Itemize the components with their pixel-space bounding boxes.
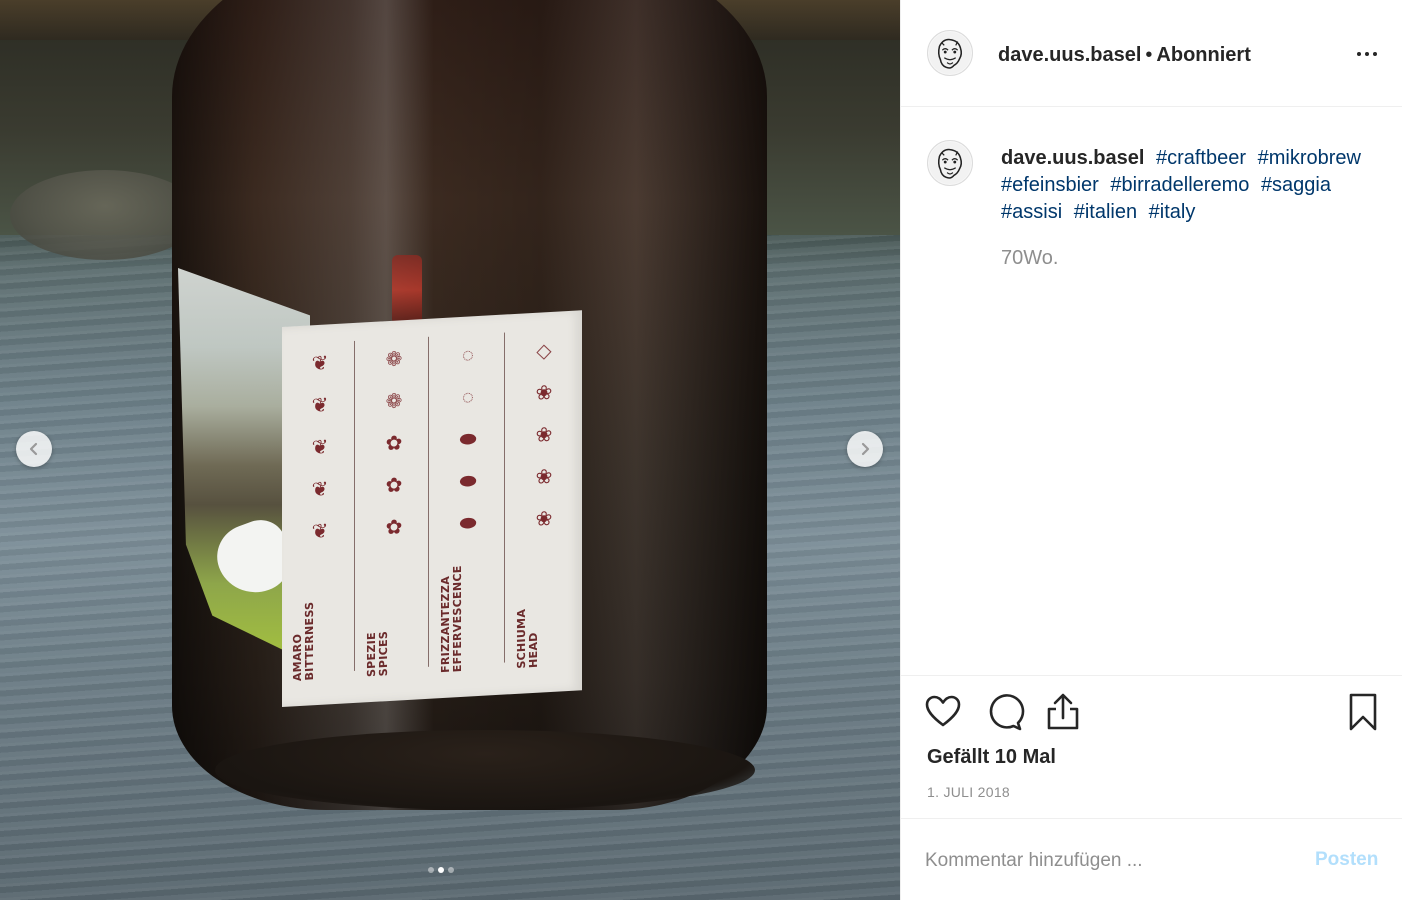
label-column-effervescence: ◌ ◌ ⬬ ⬬ ⬬ FRIZZANTEZZA EFFERVESCENCE <box>438 333 498 681</box>
label-column-bitterness: ❦ ❦ ❦ ❦ ❦ AMARO BITTERNESS <box>290 341 350 689</box>
comment-bubble-icon <box>989 694 1025 731</box>
label-line2: EFFERVESCENCE <box>451 565 464 673</box>
header-separator: • <box>1145 44 1153 66</box>
bubbles-icon: ⬬ <box>459 428 477 452</box>
more-dot <box>1373 52 1377 56</box>
label-icons: ❁ ❁ ✿ ✿ ✿ <box>364 337 424 550</box>
avatar[interactable] <box>927 140 973 186</box>
bottle-base-shadow <box>215 730 755 810</box>
label-line2: BITTERNESS <box>303 601 316 681</box>
carousel-prev-button[interactable] <box>16 431 52 467</box>
bubbles-icon: ⬬ <box>459 470 477 494</box>
bottle-label: ❦ ❦ ❦ ❦ ❦ AMARO BITTERNESS ❁ ❁ ✿ ✿ ✿ SPEZIE SPIC… <box>282 310 582 707</box>
bubbles-icon: ◌ <box>462 344 474 367</box>
post-media[interactable]: ❦ ❦ ❦ ❦ ❦ AMARO BITTERNESS ❁ ❁ ✿ ✿ ✿ SPEZIE SPIC… <box>0 0 900 900</box>
hashtag-link[interactable]: #efeinsbier <box>1001 174 1099 196</box>
hashtag-link[interactable]: #saggia <box>1261 174 1331 196</box>
carousel-dot <box>428 867 434 873</box>
bookmark-icon <box>1349 693 1377 731</box>
label-column-text: SCHIUMA HEAD <box>515 608 540 669</box>
hop-icon: ❁ <box>385 390 403 414</box>
more-options-button[interactable] <box>1351 40 1383 68</box>
label-column-text: SPEZIE SPICES <box>365 630 390 678</box>
hashtag-link[interactable]: #assisi <box>1001 201 1062 223</box>
save-button[interactable] <box>1343 692 1383 732</box>
label-column-text: AMARO BITTERNESS <box>291 601 316 681</box>
chevron-right-icon <box>861 442 870 456</box>
chevron-left-icon <box>29 442 38 456</box>
label-column-text: FRIZZANTEZZA EFFERVESCENCE <box>439 565 464 673</box>
hashtag-link[interactable]: #mikrobrew <box>1258 147 1361 169</box>
hop-icon: ✿ <box>385 516 403 540</box>
header-text: dave.uus.basel • Abonniert <box>998 42 1251 68</box>
label-divider <box>504 332 505 663</box>
foam-icon: ◇ <box>536 339 552 363</box>
caption-time-ago: 70Wo. <box>1001 247 1059 269</box>
comment-input[interactable] <box>925 845 1295 877</box>
avatar[interactable] <box>927 30 973 76</box>
label-icons: ❦ ❦ ❦ ❦ ❦ <box>290 341 350 554</box>
more-dot <box>1357 52 1361 56</box>
carousel-dot <box>448 867 454 873</box>
label-column-spices: ❁ ❁ ✿ ✿ ✿ SPEZIE SPICES <box>364 337 424 685</box>
label-line2: HEAD <box>527 631 540 669</box>
label-line2: SPICES <box>377 630 390 677</box>
foam-icon: ❀ <box>535 465 553 489</box>
hashtag-link[interactable]: #birradelleremo <box>1110 174 1249 196</box>
wheat-icon: ❦ <box>311 436 329 460</box>
share-upload-icon <box>1047 693 1079 730</box>
hashtag-link[interactable]: #italien <box>1074 201 1137 223</box>
wheat-icon: ❦ <box>311 394 329 418</box>
hashtag-link[interactable]: #italy <box>1149 201 1196 223</box>
wheat-icon: ❦ <box>311 520 329 544</box>
post-date: 1. JULI 2018 <box>927 784 1010 800</box>
heart-icon <box>925 695 961 727</box>
label-icons: ◇ ❀ ❀ ❀ ❀ <box>514 329 574 542</box>
bottle-reflection <box>392 255 422 325</box>
foam-icon: ❀ <box>535 381 553 405</box>
carousel-indicator <box>428 867 454 873</box>
comment-button[interactable] <box>985 692 1025 732</box>
post-actions: Gefällt 10 Mal 1. JULI 2018 <box>901 675 1402 820</box>
wheat-icon: ❦ <box>311 478 329 502</box>
post-comment-button[interactable]: Posten <box>1315 849 1378 871</box>
foam-icon: ❀ <box>535 423 553 447</box>
share-button[interactable] <box>1043 692 1083 732</box>
caption-text: dave.uus.basel #craftbeer #mikrobrew #ef… <box>1001 145 1381 226</box>
avatar-sketch-icon <box>928 141 972 185</box>
header-username[interactable]: dave.uus.basel <box>998 44 1141 66</box>
hashtag-link[interactable]: #craftbeer <box>1156 147 1246 169</box>
more-dot <box>1365 52 1369 56</box>
follow-status-button[interactable]: Abonniert <box>1156 44 1250 66</box>
post-header: dave.uus.basel • Abonniert <box>901 0 1402 107</box>
like-button[interactable] <box>923 692 963 732</box>
carousel-dot <box>438 867 444 873</box>
carousel-next-button[interactable] <box>847 431 883 467</box>
hop-icon: ❁ <box>385 348 403 372</box>
bubbles-icon: ◌ <box>462 386 474 409</box>
comment-bar: Posten <box>901 818 1402 900</box>
label-divider <box>354 340 355 671</box>
foam-icon: ❀ <box>535 507 553 531</box>
post-caption: dave.uus.basel #craftbeer #mikrobrew #ef… <box>901 108 1402 674</box>
caption-username[interactable]: dave.uus.basel <box>1001 147 1144 169</box>
bubbles-icon: ⬬ <box>459 512 477 536</box>
likes-count[interactable]: Gefällt 10 Mal <box>927 746 1056 769</box>
label-column-head: ◇ ❀ ❀ ❀ ❀ SCHIUMA HEAD <box>514 329 574 677</box>
avatar-sketch-icon <box>928 31 972 75</box>
hop-icon: ✿ <box>385 432 403 456</box>
hop-icon: ✿ <box>385 474 403 498</box>
label-divider <box>428 336 429 667</box>
wheat-icon: ❦ <box>311 352 329 376</box>
label-icons: ◌ ◌ ⬬ ⬬ ⬬ <box>438 333 498 546</box>
post-sidebar: dave.uus.basel • Abonniert dave.uus.basel … <box>900 0 1402 900</box>
